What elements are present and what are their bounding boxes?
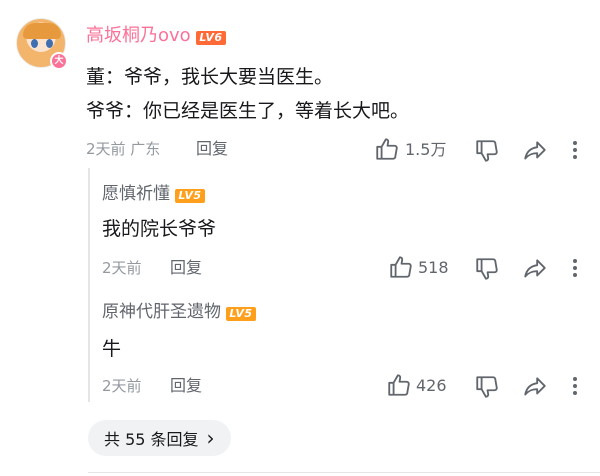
dislike-button[interactable] xyxy=(474,138,500,164)
more-icon xyxy=(573,259,577,277)
dislike-icon xyxy=(476,376,498,398)
comment-time-location: 2天前 广东 xyxy=(86,140,161,158)
username-text[interactable]: 原神代肝圣遗物 xyxy=(102,302,221,322)
like-count: 1.5万 xyxy=(405,140,447,159)
dislike-icon xyxy=(476,140,498,162)
level-badge: LV5 xyxy=(175,189,205,203)
like-icon xyxy=(390,256,412,278)
share-icon xyxy=(524,141,546,160)
divider xyxy=(88,472,600,473)
like-icon xyxy=(388,374,410,396)
reply-thread-line xyxy=(88,168,90,402)
reply-text: 牛 xyxy=(102,338,122,360)
reply-time: 2天前 xyxy=(102,259,142,277)
like-button[interactable] xyxy=(388,254,414,280)
more-button[interactable] xyxy=(573,138,577,162)
dislike-button[interactable] xyxy=(474,256,500,282)
avatar-eye-right xyxy=(46,39,53,48)
reply-username[interactable]: 原神代肝圣遗物 LV5 xyxy=(102,300,256,324)
reply-text: 我的院长爷爷 xyxy=(102,218,217,240)
more-button[interactable] xyxy=(573,374,577,398)
share-button[interactable] xyxy=(522,256,548,282)
more-button[interactable] xyxy=(573,256,577,280)
dislike-button[interactable] xyxy=(474,374,500,400)
username-text[interactable]: 愿慎祈懂 xyxy=(102,184,170,204)
comment-line-2: 爷爷：你已经是医生了，等着长大吧。 xyxy=(86,100,410,122)
comment-username[interactable]: 高坂桐乃ovo LV6 xyxy=(86,24,226,48)
reply-username[interactable]: 愿慎祈懂 LV5 xyxy=(102,182,205,206)
reply-button[interactable]: 回复 xyxy=(170,258,202,278)
like-button[interactable] xyxy=(374,136,400,162)
avatar-hair xyxy=(23,23,61,39)
dislike-icon xyxy=(476,258,498,280)
like-button[interactable] xyxy=(386,372,412,398)
share-button[interactable] xyxy=(522,138,548,164)
comment-line-1: 董：爷爷，我长大要当医生。 xyxy=(86,66,334,88)
reply-time: 2天前 xyxy=(102,377,142,395)
view-more-replies-button[interactable]: 共 55 条回复 › xyxy=(88,420,231,456)
level-badge: LV6 xyxy=(196,31,226,45)
like-icon xyxy=(376,138,398,160)
username-text[interactable]: 高坂桐乃ovo xyxy=(86,25,191,46)
share-icon xyxy=(524,377,546,396)
reply-button[interactable]: 回复 xyxy=(170,376,202,396)
like-count: 426 xyxy=(416,376,447,395)
chevron-right-icon: › xyxy=(206,426,215,450)
reply-button[interactable]: 回复 xyxy=(196,139,228,159)
share-icon xyxy=(524,259,546,278)
vip-badge: 大 xyxy=(50,52,68,70)
level-badge: LV5 xyxy=(226,307,256,321)
avatar-eye-left xyxy=(31,39,38,48)
share-button[interactable] xyxy=(522,374,548,400)
more-icon xyxy=(573,141,577,159)
more-replies-label: 共 55 条回复 xyxy=(104,430,199,449)
more-icon xyxy=(573,377,577,395)
like-count: 518 xyxy=(418,258,449,277)
